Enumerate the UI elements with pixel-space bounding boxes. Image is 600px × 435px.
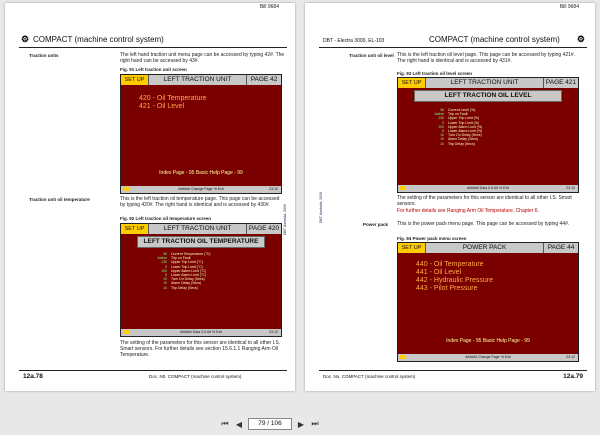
screen-subtitle: LEFT TRACTION OIL TEMPERATURE bbox=[137, 236, 265, 248]
paragraph: The setting of the parameters for this s… bbox=[120, 340, 281, 358]
footer-text: ###### Data 0-5 Alt *# Exit bbox=[179, 330, 223, 334]
doc-number: Doc. No. COMPACT (machine control system… bbox=[323, 374, 416, 379]
figure-caption: Fig. 92 Left traction oil temperature sc… bbox=[120, 216, 212, 221]
viewer-toolbar: ⏮ ◀ 79 / 106 ▶ ⏭ bbox=[220, 417, 320, 431]
oil-temperature-screen: SET UP LEFT TRACTION UNIT PAGE 420 LEFT … bbox=[120, 223, 282, 337]
traction-unit-screen: SET UP LEFT TRACTION UNIT PAGE 42 420 - … bbox=[120, 74, 282, 194]
header-title: COMPACT (machine control system) bbox=[33, 35, 164, 44]
screen-footer: ###### Data 0-5 Alt *# Exit 23:12 bbox=[398, 185, 578, 192]
page-number-input[interactable]: 79 / 106 bbox=[248, 418, 292, 430]
footer-text: ###### Change Page *# Exit bbox=[465, 355, 511, 359]
previous-page-icon[interactable]: ◀ bbox=[234, 420, 244, 429]
section-label-power-pack: Power pack bbox=[363, 222, 389, 227]
page-header: DBT - Electra 3000, EL-103 COMPACT (mach… bbox=[319, 31, 587, 48]
menu-item[interactable]: 443 - Pilot Pressure bbox=[416, 285, 493, 293]
left-page: Bill 9684 ⚙ COMPACT (machine control sys… bbox=[5, 3, 295, 391]
paragraph: This is the left traction oil temperatur… bbox=[120, 196, 280, 208]
setup-button[interactable]: SET UP bbox=[398, 78, 426, 88]
oil-level-screen: SET UP LEFT TRACTION UNIT PAGE 421 LEFT … bbox=[397, 77, 579, 193]
page-number: 12a.78 bbox=[23, 373, 43, 380]
screen-footer: ###### Change Page *# Exit 23:12 bbox=[121, 186, 281, 193]
sensor-row: 10 Trip Delay (Secs) bbox=[440, 141, 475, 146]
section-label-traction-units: Traction units bbox=[29, 53, 59, 58]
doc-number: Doc. N0. COMPACT (machine control system… bbox=[149, 374, 242, 379]
paragraph: This is the power pack menu page. This p… bbox=[397, 221, 570, 227]
paragraph: The setting of the parameters for this s… bbox=[397, 195, 572, 207]
screen-time: 23:12 bbox=[566, 355, 575, 359]
screen-title: LEFT TRACTION UNIT bbox=[149, 224, 247, 234]
page-number: 12a.79 bbox=[563, 373, 583, 380]
screen-title: LEFT TRACTION UNIT bbox=[426, 78, 544, 88]
side-note: DBT Australia, 2006 bbox=[283, 203, 287, 235]
screen-title-bar: SET UP LEFT TRACTION UNIT PAGE 420 bbox=[121, 224, 281, 234]
screen-title: POWER PACK bbox=[426, 243, 544, 253]
page-footer: Doc. No. COMPACT (machine control system… bbox=[319, 370, 587, 383]
figure-caption: Fig. 93 Left traction oil level screen bbox=[397, 71, 473, 76]
right-page: Bill 9684 DBT - Electra 3000, EL-103 COM… bbox=[305, 3, 595, 391]
corner-ref: Bill 9684 bbox=[259, 4, 279, 10]
menu-item[interactable]: 440 - Oil Temperature bbox=[416, 261, 493, 269]
gear-logo-icon: ⚙ bbox=[576, 34, 585, 44]
next-page-icon[interactable]: ▶ bbox=[296, 420, 306, 429]
screen-page-number: PAGE 44 bbox=[547, 244, 575, 251]
page-header: ⚙ COMPACT (machine control system) bbox=[19, 31, 287, 48]
screen-page-number: PAGE 42 bbox=[250, 76, 278, 83]
menu-item[interactable]: 421 - Oil Level bbox=[139, 103, 207, 111]
last-page-icon[interactable]: ⏭ bbox=[310, 419, 320, 429]
setup-button[interactable]: SET UP bbox=[121, 75, 149, 85]
screen-subtitle: LEFT TRACTION OIL LEVEL bbox=[414, 90, 562, 102]
section-label-oil-level: Traction unit oil level bbox=[349, 53, 394, 58]
screen-title-bar: SET UP POWER PACK PAGE 44 bbox=[398, 243, 578, 253]
header-subtitle: DBT - Electra 3000, EL-103 bbox=[323, 38, 385, 44]
side-note: DBT Australia, 2006 bbox=[319, 191, 323, 223]
section-label-oil-temperature: Traction unit oil temperature bbox=[29, 197, 90, 202]
page-footer: 12a.78 Doc. N0. COMPACT (machine control… bbox=[19, 370, 287, 383]
sensor-row: 10 Trip Delay (Secs) bbox=[163, 285, 198, 290]
menu-item[interactable]: 442 - Hydraulic Pressure bbox=[416, 277, 493, 285]
menu-items: 440 - Oil Temperature 441 - Oil Level 44… bbox=[416, 261, 493, 293]
screen-title-bar: SET UP LEFT TRACTION UNIT PAGE 42 bbox=[121, 75, 281, 85]
paragraph-link[interactable]: For further details see Ranging Arm Oil … bbox=[397, 208, 577, 214]
setup-button[interactable]: SET UP bbox=[121, 224, 149, 234]
first-page-icon[interactable]: ⏮ bbox=[220, 419, 230, 429]
help-hint: Index Page - 95 Basic Help Page - 99 bbox=[159, 170, 243, 176]
power-pack-screen: SET UP POWER PACK PAGE 44 440 - Oil Temp… bbox=[397, 242, 579, 362]
screen-time: 23:12 bbox=[269, 187, 278, 191]
header-title: COMPACT (machine control system) bbox=[429, 35, 560, 44]
paragraph: The left hand traction unit menu page ca… bbox=[120, 52, 285, 64]
paragraph: This is the left traction oil level page… bbox=[397, 52, 576, 64]
setup-button[interactable]: SET UP bbox=[398, 243, 426, 253]
screen-footer: ###### Data 0-5 Alt *# Exit 23:12 bbox=[121, 329, 281, 336]
menu-item[interactable]: 420 - Oil Temperature bbox=[139, 95, 207, 103]
figure-caption: Fig. 91 Left traction unit screen bbox=[120, 67, 187, 72]
screen-time: 23:12 bbox=[269, 330, 278, 334]
corner-ref: Bill 9684 bbox=[559, 4, 579, 10]
screen-title-bar: SET UP LEFT TRACTION UNIT PAGE 421 bbox=[398, 78, 578, 88]
gear-logo-icon: ⚙ bbox=[21, 34, 30, 44]
sensor-list: 36 Current Level (%) Active Trip on Fault … bbox=[398, 108, 578, 146]
screen-title: LEFT TRACTION UNIT bbox=[149, 75, 247, 85]
help-hint: Index Page - 95 Basic Help Page - 99 bbox=[446, 338, 530, 344]
figure-caption: Fig. 94 Power pack menu screen bbox=[397, 236, 467, 241]
footer-text: ###### Change Page *# Exit bbox=[178, 187, 224, 191]
menu-items: 420 - Oil Temperature 421 - Oil Level bbox=[139, 95, 207, 111]
sensor-list: 36 Current Temperature (°C) Active Trip on… bbox=[121, 252, 281, 290]
menu-item[interactable]: 441 - Oil Level bbox=[416, 269, 493, 277]
footer-text: ###### Data 0-5 Alt *# Exit bbox=[466, 186, 510, 190]
screen-page-number: PAGE 420 bbox=[248, 225, 280, 232]
screen-footer: ###### Change Page *# Exit 23:12 bbox=[398, 354, 578, 361]
screen-time: 23:12 bbox=[566, 186, 575, 190]
screen-page-number: PAGE 421 bbox=[545, 79, 577, 86]
